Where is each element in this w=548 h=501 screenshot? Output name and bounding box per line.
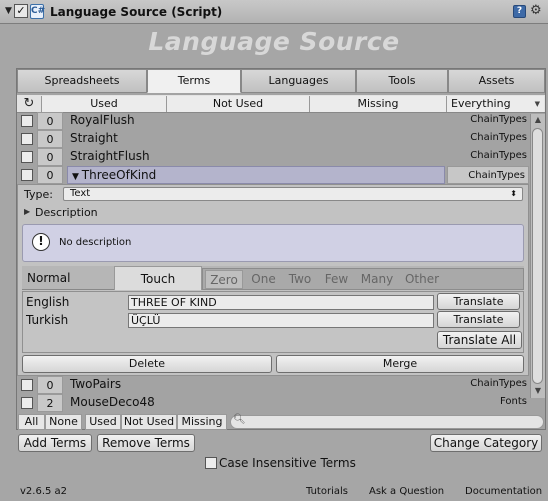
category-filter-not-used[interactable]: Not Used [121,414,177,430]
ask-question-link[interactable]: Ask a Question [369,486,444,497]
translation-field-turkish[interactable]: ÜÇLÜ [128,313,434,328]
term-name[interactable]: TwoPairs [70,376,121,394]
selected-term-name[interactable]: ▼ ThreeOfKind [67,166,445,184]
chevron-down-icon: ▼ [534,100,540,108]
term-row[interactable]: 0 StraightFlush ChainTypes [17,148,529,166]
tab-languages[interactable]: Languages [241,69,356,93]
term-category: ChainTypes [470,132,527,143]
tab-touch[interactable]: Touch [114,266,202,290]
term-checkbox[interactable] [21,397,33,409]
version-label: v2.6.5 a2 [20,486,68,497]
filter-dropdown[interactable]: Everything ▼ [446,96,544,112]
updown-arrows-icon: ⬍ [510,189,517,198]
page-title: Language Source [148,27,400,56]
translation-field-english[interactable]: THREE OF KIND [128,295,434,310]
component-title: Language Source (Script) [50,5,223,19]
search-input[interactable] [230,415,544,429]
filter-not-used-button[interactable]: Not Used [166,96,309,112]
case-insensitive-label[interactable]: Case Insensitive Terms [219,456,356,470]
help-book-icon[interactable]: ? [513,5,526,18]
term-checkbox[interactable] [21,151,33,163]
type-label: Type: [24,188,53,201]
info-icon: ! [32,233,50,251]
language-name: Turkish [26,313,69,327]
tab-tools[interactable]: Tools [356,69,448,93]
search-icon: 🔍︎ [233,414,246,425]
filter-used-button[interactable]: Used [41,96,166,112]
scroll-down-icon[interactable]: ▼ [531,385,545,397]
tab-terms[interactable]: Terms [147,69,241,93]
tab-spreadsheets[interactable]: Spreadsheets [17,69,147,93]
term-row[interactable]: 0 RoyalFlush ChainTypes [17,112,529,130]
term-name[interactable]: RoyalFlush [70,112,135,130]
term-usage-count: 0 [37,130,63,148]
translate-turkish-button[interactable]: Translate [437,311,520,328]
plural-tab-other[interactable]: Other [400,270,444,289]
term-checkbox[interactable] [21,379,33,391]
term-usage-count: 0 [37,166,63,184]
add-terms-button[interactable]: Add Terms [18,434,92,452]
documentation-link[interactable]: Documentation [465,486,542,497]
term-category: ChainTypes [470,150,527,161]
change-category-button[interactable]: Change Category [430,434,542,452]
refresh-icon[interactable]: ↻ [19,96,39,112]
term-usage-count: 0 [37,112,63,130]
term-row[interactable]: 0 TwoPairs ChainTypes [17,376,529,394]
expand-arrow-icon: ▼ [72,172,82,182]
tab-assets[interactable]: Assets [448,69,545,93]
term-row[interactable]: 0 Straight ChainTypes [17,130,529,148]
component-enable-checkbox[interactable]: ✓ [14,4,28,18]
term-name[interactable]: StraightFlush [70,148,150,166]
scroll-up-icon[interactable]: ▲ [531,114,545,126]
plural-tab-many[interactable]: Many [356,270,398,289]
term-usage-count: 0 [37,376,63,394]
description-foldout-icon[interactable]: ▶ [24,207,30,216]
plural-tab-zero[interactable]: Zero [205,270,243,289]
filter-dropdown-value: Everything [451,97,511,110]
plural-tab-two[interactable]: Two [283,270,317,289]
term-checkbox[interactable] [21,133,33,145]
delete-button[interactable]: Delete [22,355,272,373]
term-usage-count: 0 [37,148,63,166]
term-category: ChainTypes [470,114,527,125]
main-tabs: Spreadsheets Terms Languages Tools Asset… [17,69,545,93]
description-foldout-label[interactable]: Description [35,206,98,219]
translate-all-button[interactable]: Translate All [437,331,522,349]
plural-tab-few[interactable]: Few [319,270,354,289]
language-name: English [26,295,70,309]
term-category: ChainTypes [447,166,529,184]
category-filter-missing[interactable]: Missing [177,414,227,430]
term-row[interactable]: 2 MouseDeco48 Fonts [17,394,529,412]
term-name: ThreeOfKind [81,168,157,182]
foldout-arrow-icon[interactable]: ▼ [5,6,12,16]
term-category: Fonts [500,396,527,407]
translate-english-button[interactable]: Translate [437,293,520,310]
type-dropdown-value: Text [70,188,91,199]
term-name[interactable]: Straight [70,130,118,148]
term-name[interactable]: MouseDeco48 [70,394,155,412]
scrollbar-thumb[interactable] [532,128,543,384]
plural-tab-one[interactable]: One [245,270,282,289]
term-checkbox[interactable] [21,115,33,127]
gear-icon[interactable]: ⚙ [530,3,542,18]
category-filter-all[interactable]: All [18,414,45,430]
merge-button[interactable]: Merge [276,355,524,373]
term-checkbox[interactable] [21,169,33,181]
term-category: ChainTypes [470,378,527,389]
type-dropdown[interactable]: Text ⬍ [63,187,523,201]
tutorials-link[interactable]: Tutorials [306,486,348,497]
category-filter-used[interactable]: Used [85,414,121,430]
term-usage-count: 2 [37,394,63,412]
filter-missing-button[interactable]: Missing [309,96,446,112]
case-insensitive-checkbox[interactable] [205,457,217,469]
script-icon: C# [30,4,45,19]
tab-normal[interactable]: Normal [22,266,112,290]
category-filter-none[interactable]: None [45,414,82,430]
description-text: No description [59,237,132,248]
remove-terms-button[interactable]: Remove Terms [97,434,195,452]
